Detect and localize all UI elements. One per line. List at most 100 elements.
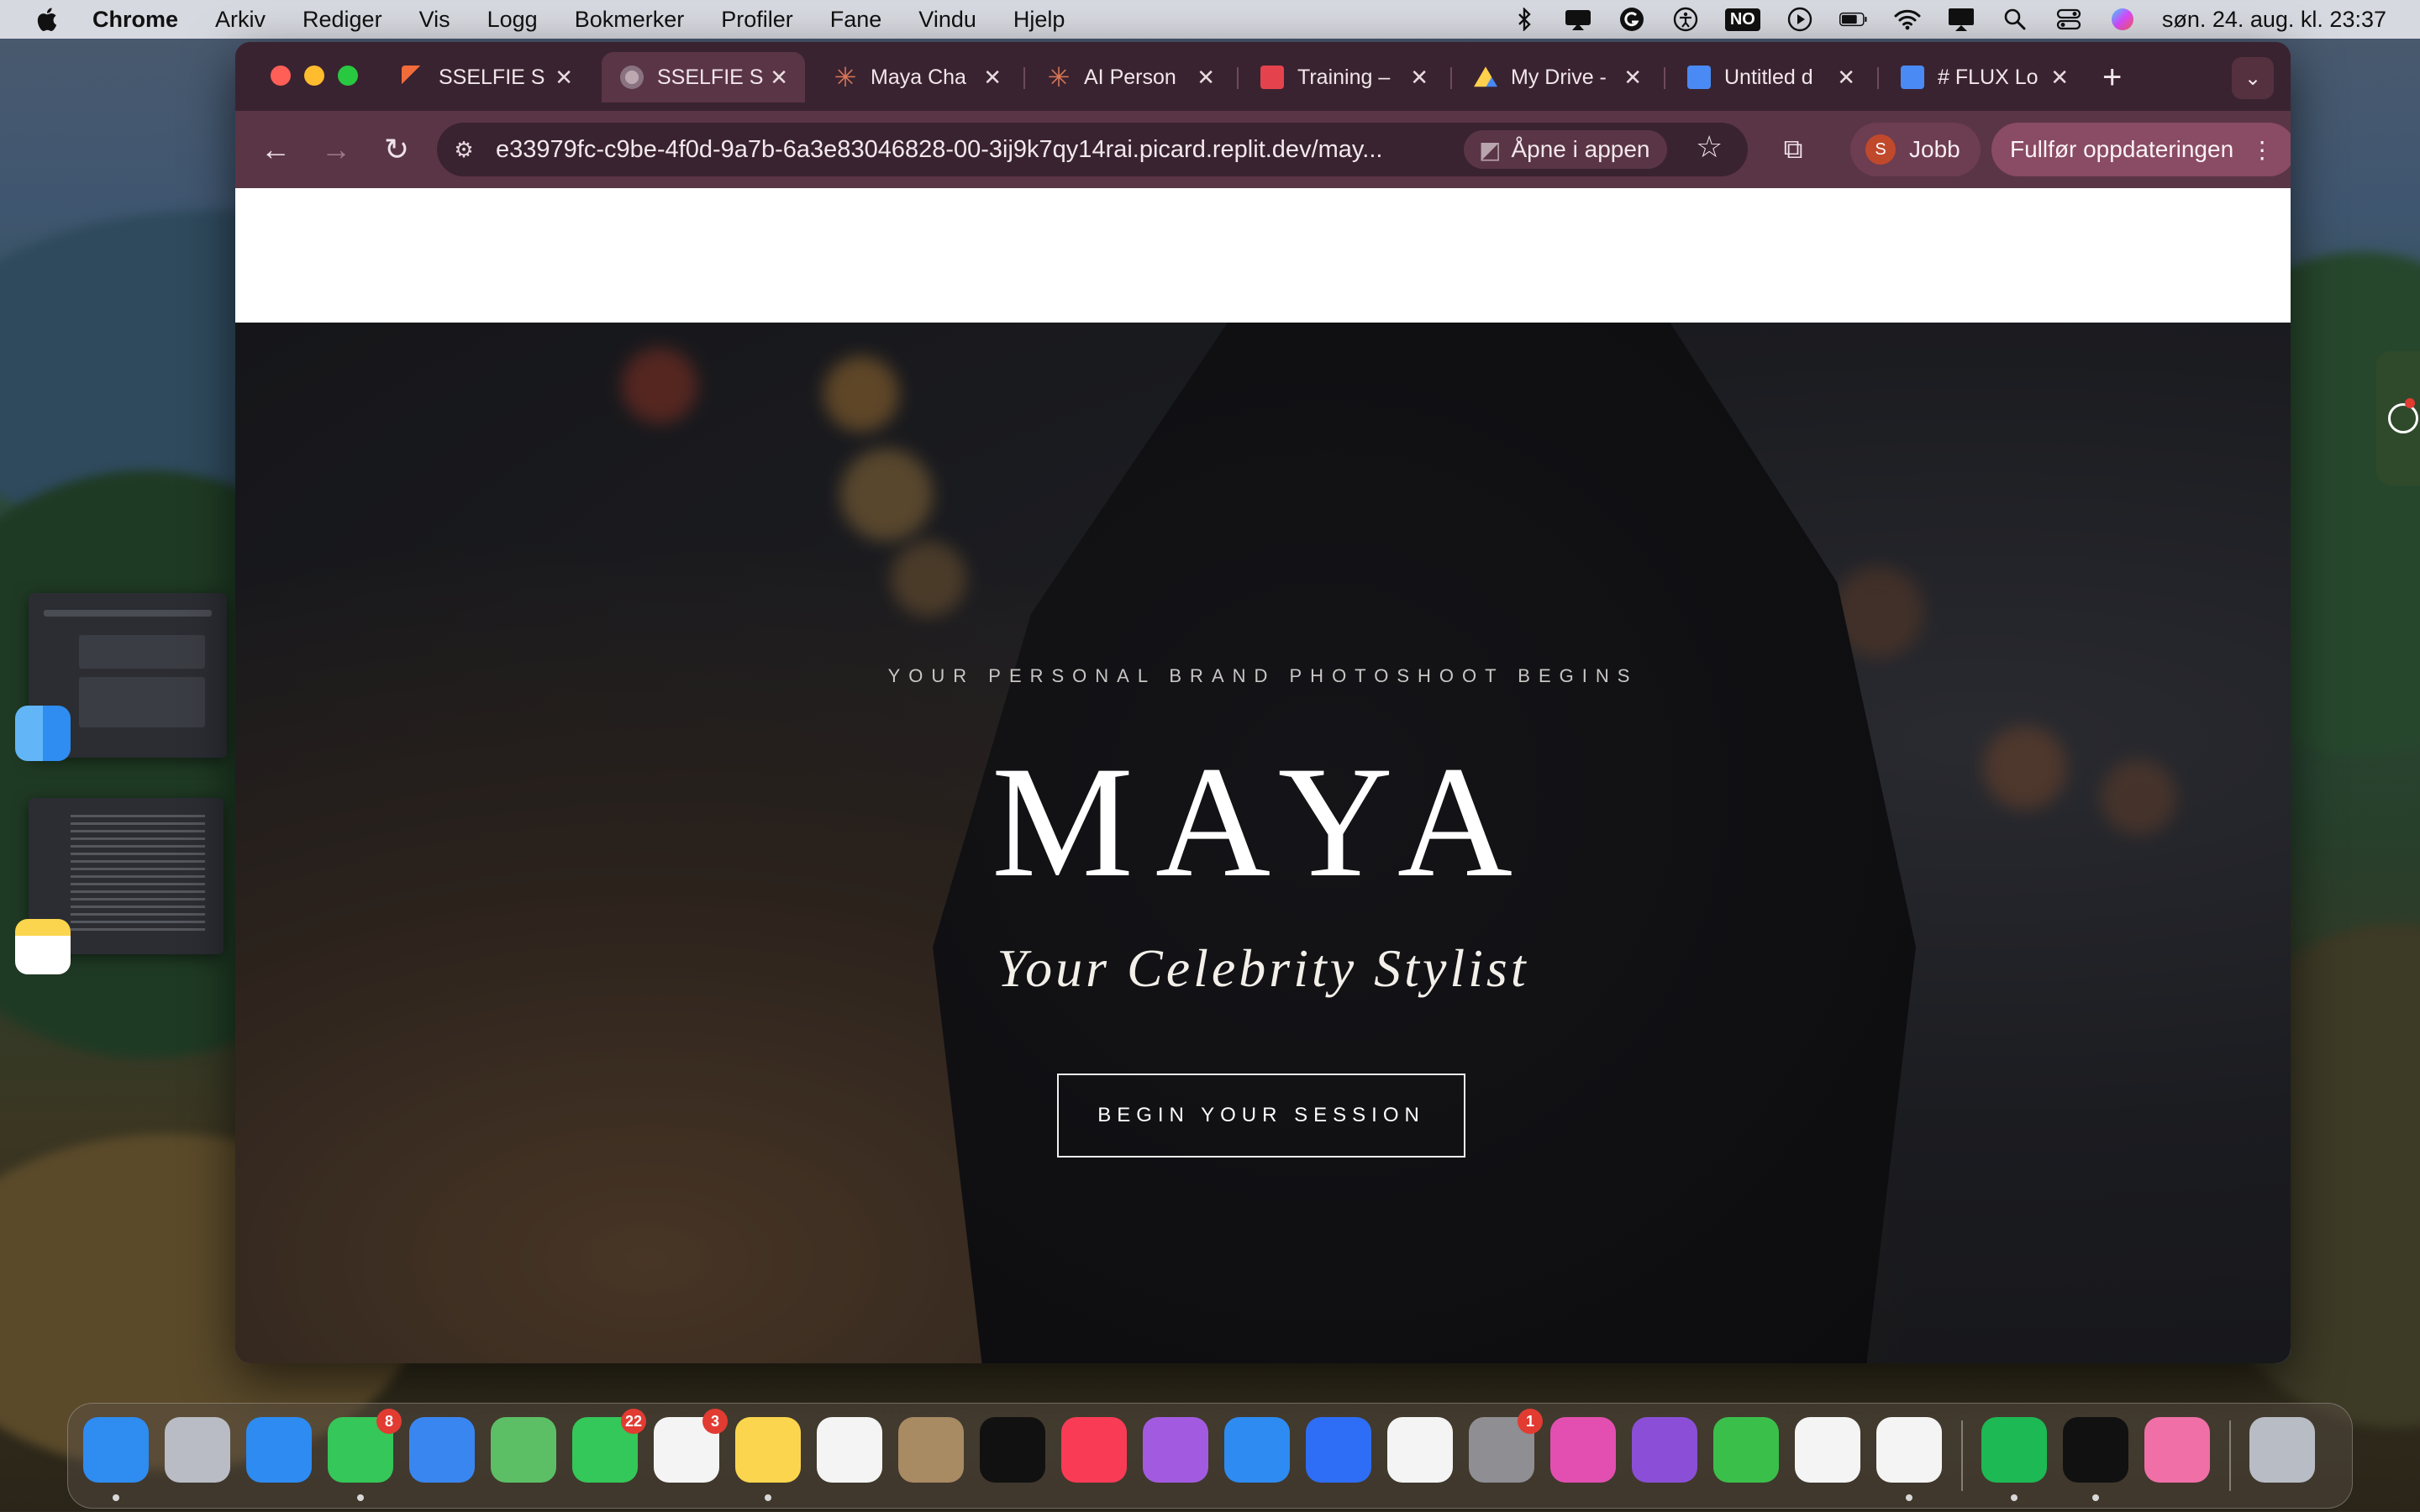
menu-item-bokmerker[interactable]: Bokmerker xyxy=(575,7,685,33)
dock-cursor-icon[interactable] xyxy=(2063,1417,2128,1483)
dock-trash-icon[interactable] xyxy=(2249,1417,2315,1483)
spotlight-search-icon[interactable] xyxy=(2001,7,2029,32)
new-tab-button[interactable]: + xyxy=(2102,60,2122,94)
menu-item-hjelp[interactable]: Hjelp xyxy=(1013,7,1065,33)
accessibility-icon[interactable] xyxy=(1671,7,1700,32)
sselfie-favicon-icon xyxy=(402,66,425,89)
dock-podcasts-icon[interactable] xyxy=(1143,1417,1208,1483)
dock-facetime-icon[interactable]: 22 xyxy=(572,1409,646,1483)
play-icon[interactable] xyxy=(1786,7,1814,32)
dock-running-indicator xyxy=(1906,1494,1912,1501)
kebab-menu-icon[interactable]: ⋮ xyxy=(2250,136,2274,164)
close-tab-icon[interactable]: ✕ xyxy=(983,65,1002,91)
wifi-icon[interactable] xyxy=(1893,7,1922,32)
extensions-puzzle-icon[interactable]: ⧉ xyxy=(1773,129,1813,170)
dock-apple-tv-icon[interactable] xyxy=(980,1417,1045,1483)
menu-item-arkiv[interactable]: Arkiv xyxy=(215,7,266,33)
browser-toolbar: ← → ↻ ⚙ e33979fc-c9be-4f0d-9a7b-6a3e8304… xyxy=(235,111,2291,188)
dock-reminders-icon[interactable]: 3 xyxy=(654,1409,728,1483)
forward-arrow-icon[interactable]: → xyxy=(316,129,356,170)
close-tab-icon[interactable]: ✕ xyxy=(1837,65,1855,91)
tab-untitled-doc[interactable]: Untitled d ✕ xyxy=(1669,52,1872,102)
thumb-row xyxy=(79,677,205,727)
back-arrow-icon[interactable]: ← xyxy=(255,129,296,170)
dock-maps-icon[interactable] xyxy=(491,1417,556,1483)
begin-session-button[interactable]: BEGIN YOUR SESSION xyxy=(1057,1074,1465,1158)
dock-app-store-icon[interactable] xyxy=(1224,1417,1290,1483)
close-tab-icon[interactable]: ✕ xyxy=(1623,65,1642,91)
profile-name: Jobb xyxy=(1909,136,1960,162)
dock-chatgpt-icon[interactable] xyxy=(1795,1417,1860,1483)
menu-item-profiler[interactable]: Profiler xyxy=(721,7,793,33)
bluetooth-icon[interactable] xyxy=(1510,7,1539,32)
side-widget[interactable] xyxy=(2376,351,2420,486)
dock-spotify-icon[interactable] xyxy=(1981,1417,2047,1483)
site-settings-icon[interactable]: ⚙ xyxy=(449,134,479,165)
grammarly-icon[interactable] xyxy=(1618,7,1646,32)
tab-my-drive[interactable]: My Drive - ✕ xyxy=(1455,52,1659,102)
finish-update-button[interactable]: Fullfør oppdateringen ⋮ xyxy=(1991,123,2291,176)
reload-icon[interactable]: ↻ xyxy=(376,129,417,170)
menu-item-rediger[interactable]: Rediger xyxy=(302,7,382,33)
dock-notes-icon[interactable] xyxy=(735,1417,801,1483)
bookmark-star-icon[interactable]: ☆ xyxy=(1696,129,1723,165)
tab-training[interactable]: Training – ✕ xyxy=(1242,52,1445,102)
tab-search-chevron-icon[interactable]: ⌄ xyxy=(2232,57,2274,99)
control-center-icon[interactable] xyxy=(2054,7,2083,32)
google-drive-favicon-icon xyxy=(1474,66,1497,87)
dock-github-desktop-icon[interactable] xyxy=(1632,1417,1697,1483)
airplay-display-icon[interactable] xyxy=(1947,7,1975,32)
dock-roblox-studio-icon[interactable] xyxy=(1306,1417,1371,1483)
battery-icon[interactable] xyxy=(1839,7,1868,32)
dock-music-icon[interactable] xyxy=(1061,1417,1127,1483)
open-in-app-button[interactable]: ◩ Åpne i appen xyxy=(1464,130,1667,169)
dock-safari-icon[interactable] xyxy=(246,1417,312,1483)
stage-notes-icon[interactable] xyxy=(15,919,71,974)
input-source-indicator[interactable]: NO xyxy=(1724,8,1760,31)
zoom-window-button[interactable] xyxy=(338,66,358,86)
dock-freeform-icon[interactable] xyxy=(817,1417,882,1483)
dock-numbers-icon[interactable] xyxy=(1713,1417,1779,1483)
dock-system-settings-icon[interactable]: 1 xyxy=(1469,1409,1543,1483)
dock-preview-app-icon[interactable] xyxy=(2144,1417,2210,1483)
dock-chrome-icon[interactable] xyxy=(1876,1417,1942,1483)
menu-item-logg[interactable]: Logg xyxy=(487,7,538,33)
dock-finder-icon[interactable] xyxy=(83,1417,149,1483)
tab-sselfie-2[interactable]: SSELFIE S ✕ xyxy=(602,52,805,102)
dock-separator xyxy=(2229,1420,2231,1491)
dock-keynote-icon[interactable] xyxy=(1550,1417,1616,1483)
dock-contacts-icon[interactable] xyxy=(898,1417,964,1483)
screen-mirror-icon[interactable] xyxy=(1564,7,1592,32)
apple-menu-icon[interactable] xyxy=(34,6,59,33)
close-tab-icon[interactable]: ✕ xyxy=(555,65,573,91)
tab-label: # FLUX Lo xyxy=(1938,65,2039,89)
dock-mail-icon[interactable] xyxy=(409,1417,475,1483)
tab-ai-persona[interactable]: ✳ AI Person ✕ xyxy=(1028,52,1232,102)
tab-flux-lora[interactable]: # FLUX Lo ✕ xyxy=(1882,52,2086,102)
stage-finder-icon[interactable] xyxy=(15,706,71,761)
dock-messages-icon[interactable]: 8 xyxy=(328,1409,402,1483)
profile-button[interactable]: S Jobb xyxy=(1850,123,1981,176)
address-bar[interactable]: ⚙ e33979fc-c9be-4f0d-9a7b-6a3e83046828-0… xyxy=(437,123,1748,176)
menu-clock[interactable]: søn. 24. aug. kl. 23:37 xyxy=(2162,7,2386,33)
close-tab-icon[interactable]: ✕ xyxy=(2050,65,2069,91)
page-header xyxy=(235,188,2291,323)
tab-sselfie-1[interactable]: SSELFIE S ✕ xyxy=(383,52,590,102)
menu-item-vis[interactable]: Vis xyxy=(419,7,450,33)
minimize-window-button[interactable] xyxy=(304,66,324,86)
close-tab-icon[interactable]: ✕ xyxy=(1410,65,1428,91)
menu-item-fane[interactable]: Fane xyxy=(830,7,882,33)
close-tab-icon[interactable]: ✕ xyxy=(1197,65,1215,91)
dock-launchpad-icon[interactable] xyxy=(165,1417,230,1483)
siri-icon[interactable] xyxy=(2108,7,2137,32)
dock-outlook-icon[interactable] xyxy=(1387,1417,1453,1483)
menu-item-vindu[interactable]: Vindu xyxy=(918,7,976,33)
close-tab-icon[interactable]: ✕ xyxy=(770,65,788,91)
update-label: Fullfør oppdateringen xyxy=(2010,136,2234,162)
dock-running-indicator xyxy=(113,1494,119,1501)
url-text[interactable]: e33979fc-c9be-4f0d-9a7b-6a3e83046828-00-… xyxy=(496,136,1454,164)
close-window-button[interactable] xyxy=(271,66,291,86)
tab-strip: SSELFIE S ✕ SSELFIE S ✕ ✳ Maya Cha ✕ ✳ A… xyxy=(235,42,2291,111)
menu-app-name[interactable]: Chrome xyxy=(92,7,178,33)
tab-maya-chat[interactable]: ✳ Maya Cha ✕ xyxy=(815,52,1018,102)
